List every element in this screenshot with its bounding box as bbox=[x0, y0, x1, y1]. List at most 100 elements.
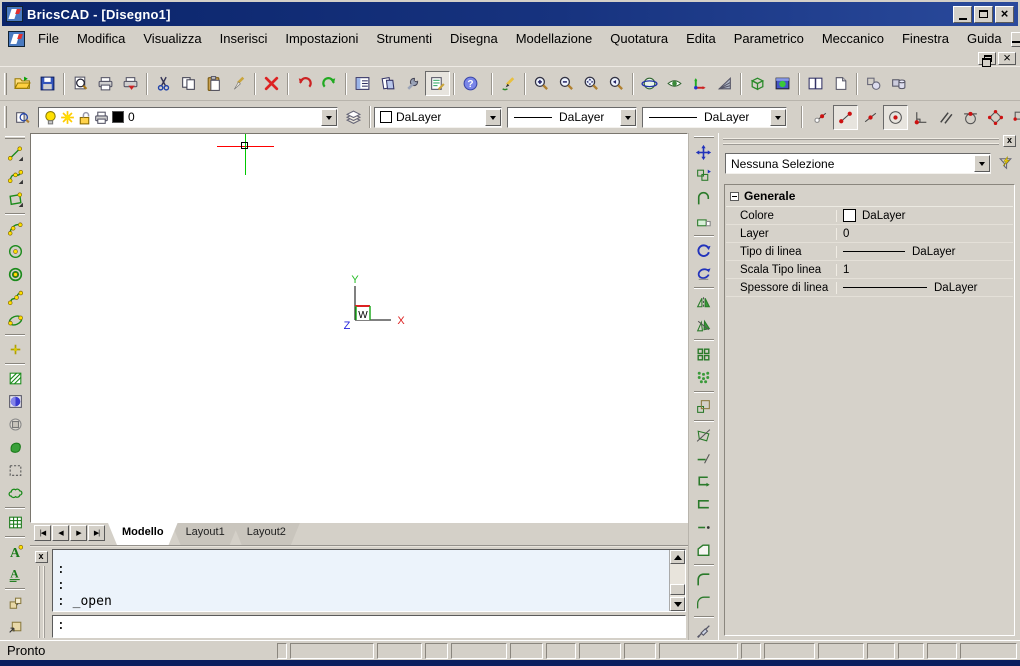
rotate-button[interactable] bbox=[692, 239, 716, 262]
array-button[interactable] bbox=[692, 343, 716, 366]
property-value[interactable]: 0 bbox=[837, 228, 1013, 240]
mdi-restore-button[interactable] bbox=[978, 52, 996, 65]
drawing-explorer-button[interactable] bbox=[425, 71, 450, 96]
status-field[interactable] bbox=[290, 643, 374, 659]
mtext-button[interactable]: A bbox=[3, 563, 27, 586]
status-field[interactable] bbox=[624, 643, 656, 659]
zoom-out-button[interactable] bbox=[554, 71, 579, 96]
menu-disegna[interactable]: Disegna bbox=[441, 28, 507, 50]
menu-edita[interactable]: Edita bbox=[677, 28, 725, 50]
orbit-button[interactable] bbox=[637, 71, 662, 96]
scroll-thumb[interactable] bbox=[670, 584, 685, 595]
offset-button[interactable] bbox=[692, 187, 716, 210]
donut-button[interactable] bbox=[3, 263, 27, 286]
command-close-button[interactable]: x bbox=[35, 551, 48, 563]
property-value[interactable]: 1 bbox=[837, 264, 1013, 276]
color-combo-dropdown[interactable] bbox=[485, 109, 501, 126]
tab-layout2[interactable]: Layout2 bbox=[233, 523, 300, 545]
delete-button[interactable] bbox=[259, 71, 284, 96]
gradient-button[interactable] bbox=[3, 390, 27, 413]
hatch-button[interactable] bbox=[3, 367, 27, 390]
property-value[interactable]: DaLayer bbox=[837, 246, 1013, 258]
tab-nav-prev[interactable]: ◀ bbox=[52, 525, 69, 541]
cut-button[interactable] bbox=[151, 71, 176, 96]
look-button[interactable] bbox=[662, 71, 687, 96]
fillet-edge-button[interactable] bbox=[692, 591, 716, 614]
minimize-button[interactable] bbox=[953, 6, 972, 23]
properties-panel-button[interactable] bbox=[350, 71, 375, 96]
make-block-button[interactable] bbox=[3, 592, 27, 615]
layers-stack-button[interactable] bbox=[341, 105, 366, 130]
layer-combo-dropdown[interactable] bbox=[321, 109, 337, 126]
zoom-in-button[interactable] bbox=[529, 71, 554, 96]
color-combo[interactable]: DaLayer bbox=[374, 107, 502, 128]
menu-visualizza[interactable]: Visualizza bbox=[134, 28, 210, 50]
status-field[interactable] bbox=[659, 643, 738, 659]
status-field[interactable] bbox=[546, 643, 576, 659]
snap-insertion-button[interactable] bbox=[1008, 105, 1020, 130]
toolbar-grip[interactable] bbox=[4, 73, 7, 95]
menu-impostazioni[interactable]: Impostazioni bbox=[276, 28, 367, 50]
stretch-button[interactable] bbox=[692, 210, 716, 233]
zoom-extents-button[interactable] bbox=[579, 71, 604, 96]
sheets-button[interactable] bbox=[375, 71, 400, 96]
line-button[interactable] bbox=[3, 142, 27, 165]
status-field[interactable] bbox=[377, 643, 422, 659]
move-button[interactable] bbox=[692, 141, 716, 164]
customize-tools-button[interactable] bbox=[400, 71, 425, 96]
property-row[interactable]: Layer0 bbox=[726, 225, 1013, 243]
redo-button[interactable] bbox=[317, 71, 342, 96]
property-row[interactable]: ColoreDaLayer bbox=[726, 207, 1013, 225]
property-row[interactable]: Spessore di lineaDaLayer bbox=[726, 279, 1013, 297]
drawing-canvas[interactable]: Y W Z X bbox=[30, 133, 688, 523]
snap-endpoint-button[interactable] bbox=[833, 105, 858, 130]
linetype-combo-dropdown[interactable] bbox=[620, 109, 636, 126]
circle-button[interactable] bbox=[3, 240, 27, 263]
properties-close-button[interactable]: x bbox=[1003, 135, 1016, 147]
command-history[interactable]: ::: _open bbox=[52, 549, 686, 612]
menu-strumenti[interactable]: Strumenti bbox=[367, 28, 441, 50]
tab-nav-last[interactable]: ▶| bbox=[88, 525, 105, 541]
rotate-3d-button[interactable] bbox=[692, 262, 716, 285]
break-at-point-button[interactable] bbox=[692, 516, 716, 539]
status-field[interactable] bbox=[898, 643, 924, 659]
status-field[interactable] bbox=[451, 643, 507, 659]
lengthen-button[interactable] bbox=[692, 447, 716, 470]
viewports-button[interactable] bbox=[803, 71, 828, 96]
match-properties-brush-button[interactable] bbox=[226, 71, 251, 96]
browse-layers-button[interactable] bbox=[10, 105, 35, 130]
print-button[interactable] bbox=[93, 71, 118, 96]
menu-quotatura[interactable]: Quotatura bbox=[601, 28, 677, 50]
polyline-button[interactable] bbox=[3, 165, 27, 188]
perspective-button[interactable] bbox=[712, 71, 737, 96]
status-field[interactable] bbox=[927, 643, 957, 659]
snap-nearest-button[interactable] bbox=[808, 105, 833, 130]
status-field[interactable] bbox=[818, 643, 864, 659]
menu-file[interactable]: File bbox=[29, 28, 68, 50]
snap-tangent-button[interactable] bbox=[958, 105, 983, 130]
selection-combo[interactable]: Nessuna Selezione bbox=[725, 153, 991, 174]
print-preview-button[interactable] bbox=[68, 71, 93, 96]
text-button[interactable]: A bbox=[3, 540, 27, 563]
property-value[interactable]: DaLayer bbox=[837, 282, 1013, 294]
solids-button[interactable] bbox=[886, 71, 911, 96]
array-3d-button[interactable] bbox=[692, 366, 716, 389]
snap-parallel-button[interactable] bbox=[933, 105, 958, 130]
arc-button[interactable] bbox=[3, 217, 27, 240]
status-field[interactable] bbox=[960, 643, 1017, 659]
entity-group-button[interactable] bbox=[861, 71, 886, 96]
layer-lock-icon[interactable] bbox=[76, 109, 93, 126]
render-button[interactable] bbox=[770, 71, 795, 96]
paste-button[interactable] bbox=[201, 71, 226, 96]
tab-nav-next[interactable]: ▶ bbox=[70, 525, 87, 541]
publish-button[interactable] bbox=[118, 71, 143, 96]
menu-modellazione[interactable]: Modellazione bbox=[507, 28, 602, 50]
properties-panel-grip[interactable] bbox=[723, 138, 999, 145]
tab-layout1[interactable]: Layout1 bbox=[172, 523, 239, 545]
tab-nav-first[interactable]: |◀ bbox=[34, 525, 51, 541]
status-field[interactable] bbox=[764, 643, 815, 659]
fillet-button[interactable] bbox=[692, 568, 716, 591]
break-button[interactable] bbox=[692, 493, 716, 516]
scale-button[interactable] bbox=[692, 395, 716, 418]
property-value[interactable]: DaLayer bbox=[837, 209, 1013, 222]
